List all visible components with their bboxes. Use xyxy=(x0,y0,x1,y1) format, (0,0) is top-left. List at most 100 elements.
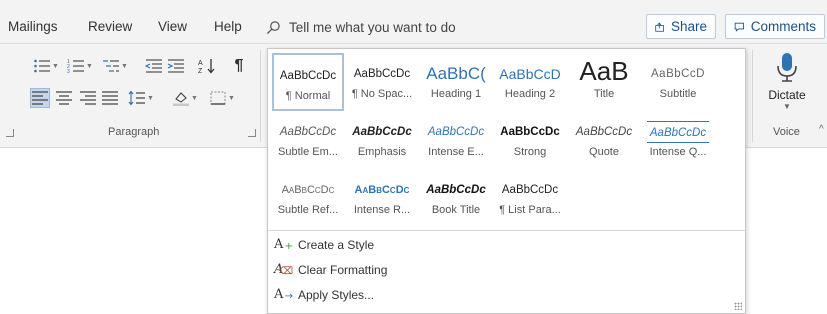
align-right-button[interactable] xyxy=(78,88,98,108)
voice-group-label: Voice xyxy=(773,126,800,138)
style-preview: AaBbCcDc xyxy=(352,126,412,138)
style-quote[interactable]: AaBbCcDc Quote xyxy=(568,111,640,169)
align-right-icon xyxy=(80,91,96,105)
style-name: Intense R... xyxy=(353,204,411,216)
justify-button[interactable] xyxy=(100,88,120,108)
apply-styles-icon: A → xyxy=(274,287,293,302)
multilevel-list-button[interactable]: ▼ xyxy=(98,56,132,76)
align-left-icon xyxy=(32,91,48,105)
style-preview: AaBbCcD xyxy=(651,68,705,80)
chevron-down-icon: ▼ xyxy=(783,102,791,111)
gallery-divider xyxy=(268,230,745,231)
style-name: Heading 2 xyxy=(504,88,556,100)
style-title[interactable]: AaB Title xyxy=(568,53,640,111)
style-intense-reference[interactable]: AaBbCcDc Intense R... xyxy=(346,169,418,227)
svg-text:3: 3 xyxy=(67,69,70,74)
decrease-indent-icon xyxy=(145,59,162,73)
dictate-label: Dictate xyxy=(768,88,806,102)
style-preview: AaBbCcDc xyxy=(353,68,411,80)
tell-me-search[interactable]: Tell me what you want to do xyxy=(266,16,566,38)
style-preview: AaB xyxy=(579,57,629,85)
sort-button[interactable]: AZ xyxy=(196,56,218,76)
style-normal[interactable]: AaBbCcDc ¶ Normal xyxy=(272,53,344,111)
tab-review[interactable]: Review xyxy=(88,19,132,34)
increase-indent-icon xyxy=(167,59,184,73)
style-name: Subtle Em... xyxy=(278,146,338,158)
style-preview: AaBbCcD xyxy=(499,66,561,82)
share-icon xyxy=(655,22,664,32)
dictate-button[interactable]: Dictate ▼ xyxy=(760,50,814,120)
svg-text:A: A xyxy=(198,60,203,67)
style-list-paragraph[interactable]: AaBbCcDc ¶ List Para... xyxy=(494,169,566,227)
style-heading-1[interactable]: AaBbC( Heading 1 xyxy=(420,53,492,111)
decrease-indent-button[interactable] xyxy=(144,56,164,76)
tab-help[interactable]: Help xyxy=(214,19,242,34)
style-emphasis[interactable]: AaBbCcDc Emphasis xyxy=(346,111,418,169)
comments-button[interactable]: Comments xyxy=(725,14,825,39)
style-name: ¶ No Spac... xyxy=(351,88,413,100)
style-preview: AaBbCcDc xyxy=(279,70,337,82)
create-style-label: Create a Style xyxy=(298,238,375,252)
style-name: Intense E... xyxy=(428,146,484,158)
comment-icon xyxy=(734,22,745,32)
align-left-button[interactable] xyxy=(30,88,50,108)
style-name: Title xyxy=(593,88,615,100)
style-preview: AaBbCcDc xyxy=(426,184,486,196)
line-spacing-icon xyxy=(128,90,146,106)
style-intense-quote[interactable]: AaBbCcDc Intense Q... xyxy=(642,111,714,169)
style-subtitle[interactable]: AaBbCcD Subtitle xyxy=(642,53,714,111)
justify-icon xyxy=(102,91,118,105)
bullets-button[interactable]: ▼ xyxy=(30,56,62,76)
apply-styles-item[interactable]: A → Apply Styles... xyxy=(274,284,374,306)
microphone-icon xyxy=(777,53,797,82)
sort-az-icon: AZ xyxy=(198,59,215,74)
tab-view[interactable]: View xyxy=(158,19,187,34)
style-no-spacing[interactable]: AaBbCcDc ¶ No Spac... xyxy=(346,53,418,111)
font-dialog-launcher[interactable] xyxy=(6,129,14,137)
style-heading-2[interactable]: AaBbCcD Heading 2 xyxy=(494,53,566,111)
clear-formatting-icon: A ⌫ xyxy=(274,262,293,277)
style-preview: AaBbC( xyxy=(426,64,486,83)
style-book-title[interactable]: AaBbCcDc Book Title xyxy=(420,169,492,227)
share-button[interactable]: Share xyxy=(646,14,716,39)
comments-label: Comments xyxy=(750,19,816,34)
style-preview: AaBbCcDc xyxy=(500,126,560,138)
style-name: Emphasis xyxy=(357,146,407,158)
align-center-button[interactable] xyxy=(54,88,74,108)
lightbulb-search-icon xyxy=(266,20,280,34)
collapse-ribbon-icon[interactable]: ^ xyxy=(819,124,824,135)
line-spacing-button[interactable]: ▼ xyxy=(126,88,156,108)
bullets-icon xyxy=(34,59,51,73)
style-name: ¶ List Para... xyxy=(499,204,561,216)
style-strong[interactable]: AaBbCcDc Strong xyxy=(494,111,566,169)
style-preview: AaBbCcDc xyxy=(647,121,709,143)
chevron-down-icon: ▼ xyxy=(191,94,198,102)
styles-gallery: AaBbCcDc ¶ Normal AaBbCcDc ¶ No Spac... … xyxy=(267,48,746,314)
style-name: Subtle Ref... xyxy=(277,204,339,216)
show-hide-marks-button[interactable]: ¶ xyxy=(228,56,250,76)
increase-indent-button[interactable] xyxy=(166,56,186,76)
chevron-down-icon: ▼ xyxy=(228,94,235,102)
create-style-item[interactable]: A + Create a Style xyxy=(274,234,374,256)
paint-bucket-icon xyxy=(173,92,190,106)
numbering-button[interactable]: 123 ▼ xyxy=(64,56,96,76)
borders-button[interactable]: ▼ xyxy=(206,88,238,108)
style-intense-emphasis[interactable]: AaBbCcDc Intense E... xyxy=(420,111,492,169)
style-preview: AaBbCcDc xyxy=(281,184,335,196)
style-subtle-reference[interactable]: AaBbCcDc Subtle Ref... xyxy=(272,169,344,227)
tell-me-text: Tell me what you want to do xyxy=(289,19,456,35)
clear-formatting-item[interactable]: A ⌫ Clear Formatting xyxy=(274,259,387,281)
chevron-down-icon: ▼ xyxy=(147,94,154,102)
chevron-down-icon: ▼ xyxy=(52,62,59,70)
tab-mailings[interactable]: Mailings xyxy=(8,19,58,34)
resize-grip[interactable] xyxy=(734,302,742,310)
style-subtle-emphasis[interactable]: AaBbCcDc Subtle Em... xyxy=(272,111,344,169)
style-preview: AaBbCcDc xyxy=(427,126,485,138)
create-style-icon: A + xyxy=(274,237,293,252)
borders-icon xyxy=(210,91,226,105)
chevron-down-icon: ▼ xyxy=(121,62,128,70)
share-label: Share xyxy=(670,19,707,34)
style-name: Book Title xyxy=(431,204,481,216)
paragraph-dialog-launcher[interactable] xyxy=(248,129,256,137)
shading-button[interactable]: ▼ xyxy=(170,88,200,108)
